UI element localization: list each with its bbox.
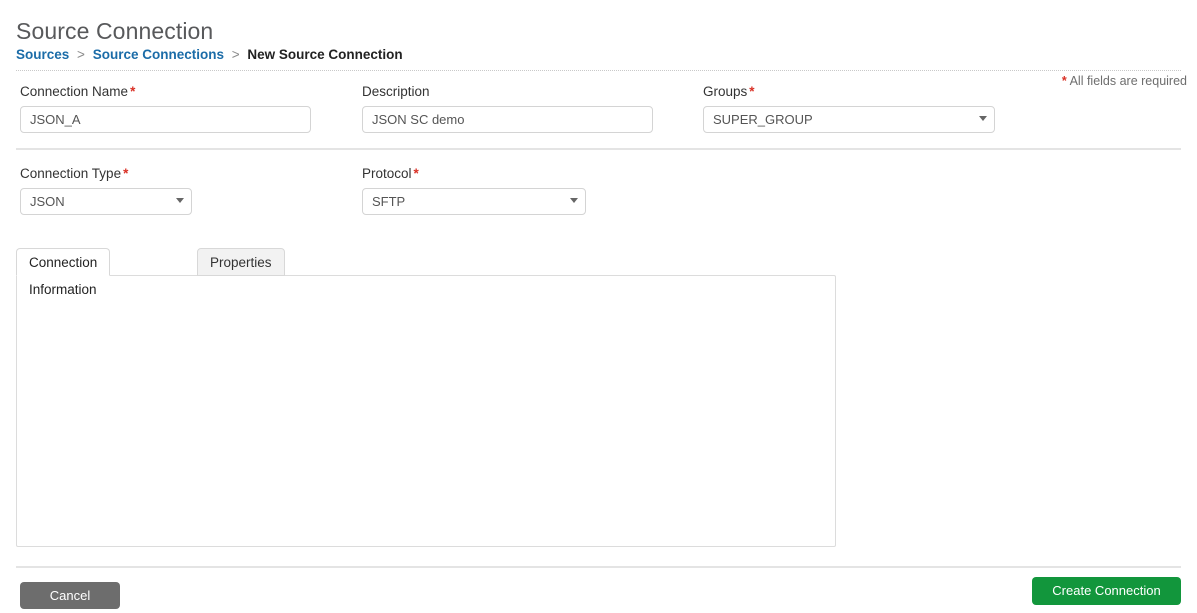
connection-name-label: Connection Name * <box>20 84 136 99</box>
required-fields-note: * All fields are required <box>1062 74 1187 88</box>
groups-select[interactable]: SUPER_GROUP <box>703 106 995 133</box>
tab-properties[interactable]: Properties <box>197 248 285 276</box>
breadcrumb-item-sources[interactable]: Sources <box>16 47 69 62</box>
create-connection-button[interactable]: Create Connection <box>1032 577 1181 605</box>
required-note-star: * <box>1061 74 1067 88</box>
source-connection-page: Source Connection Sources > Source Conne… <box>0 0 1197 613</box>
protocol-label: Protocol * <box>362 166 419 181</box>
breadcrumb: Sources > Source Connections > New Sourc… <box>16 46 403 63</box>
connection-type-label: Connection Type * <box>20 166 129 181</box>
breadcrumb-separator: > <box>77 47 85 62</box>
cancel-button[interactable]: Cancel <box>20 582 120 609</box>
required-note-text: All fields are required <box>1069 74 1187 88</box>
connection-type-select[interactable]: JSON <box>20 188 192 215</box>
connection-name-input[interactable] <box>20 106 311 133</box>
chevron-down-icon <box>979 116 987 121</box>
description-label: Description <box>362 84 430 99</box>
chevron-down-icon <box>176 198 184 203</box>
breadcrumb-item-new-source-connection: New Source Connection <box>247 47 403 62</box>
tab-connection-information[interactable]: Connection Information <box>16 248 111 297</box>
chevron-down-icon <box>570 198 578 203</box>
connection-type-select-value: JSON <box>30 194 65 209</box>
connection-information-panel <box>16 275 836 547</box>
breadcrumb-separator: > <box>231 47 240 62</box>
form-section-divider <box>16 148 1181 150</box>
groups-select-value: SUPER_GROUP <box>713 112 813 127</box>
breadcrumb-item-source-connections[interactable]: Source Connections <box>93 47 224 62</box>
header-divider <box>16 70 1181 71</box>
page-title: Source Connection <box>16 18 214 44</box>
footer-divider <box>16 566 1181 568</box>
description-input[interactable] <box>362 106 653 133</box>
protocol-select[interactable]: SFTP <box>362 188 586 215</box>
protocol-select-value: SFTP <box>372 194 406 209</box>
groups-label: Groups * <box>703 84 755 99</box>
